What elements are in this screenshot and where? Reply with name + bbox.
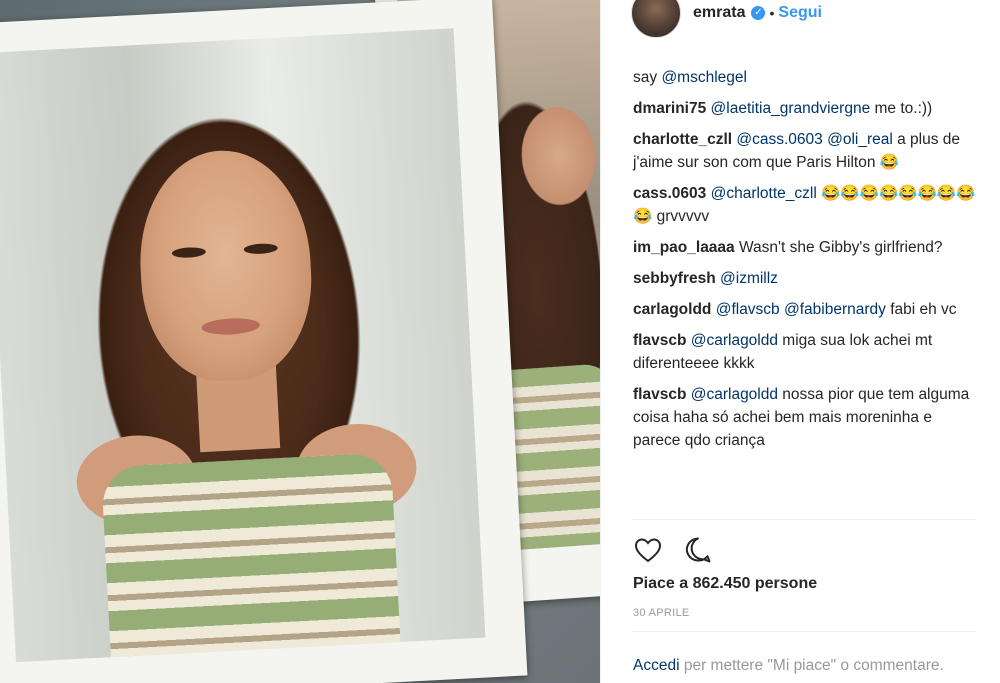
post-header: emrata ✓ • Segui: [631, 0, 822, 38]
mention-link[interactable]: @carlagoldd: [691, 332, 778, 349]
mention-link[interactable]: @laetitia_grandviergne: [711, 100, 871, 117]
comment-username[interactable]: dmarini75: [633, 100, 706, 117]
mention-link[interactable]: @charlotte_czll: [711, 185, 817, 202]
comment-item: carlagoldd @flavscb @fabibernardy fabi e…: [633, 298, 978, 321]
divider: [631, 519, 976, 520]
follow-button[interactable]: Segui: [778, 4, 822, 22]
comment-text: me to.:)): [870, 100, 933, 117]
comment-username[interactable]: flavscb: [633, 386, 686, 403]
comment-item: flavscb @carlagoldd miga sua lok achei m…: [633, 329, 978, 375]
comment-item: charlotte_czll @cass.0603 @oli_real a pl…: [633, 128, 978, 174]
login-prompt-text: per mettere "Mi piace" o commentare.: [679, 657, 944, 674]
comment-username[interactable]: cass.0603: [633, 185, 706, 202]
comment-item: flavscb @carlagoldd nossa pior que tem a…: [633, 383, 978, 452]
post-sidebar: emrata ✓ • Segui say @mschlegel dmarini75…: [600, 0, 1000, 683]
comment-text: say: [633, 69, 658, 86]
mention-link[interactable]: @cass.0603: [736, 131, 822, 148]
login-prompt: Accedi per mettere "Mi piace" o commenta…: [633, 654, 978, 677]
heart-icon[interactable]: [633, 535, 663, 565]
comment-item: say @mschlegel: [633, 66, 978, 89]
comment-item: dmarini75 @laetitia_grandviergne me to.:…: [633, 97, 978, 120]
comment-item: sebbyfresh @izmillz: [633, 267, 978, 290]
striped-top: [100, 452, 402, 663]
login-link[interactable]: Accedi: [633, 657, 680, 674]
eye-left: [171, 246, 207, 259]
username-link[interactable]: emrata: [693, 4, 745, 22]
speech-bubble-icon[interactable]: [683, 535, 713, 565]
mention-link[interactable]: @flavscb: [716, 301, 780, 318]
comment-username[interactable]: carlagoldd: [633, 301, 711, 318]
comment-username[interactable]: sebbyfresh: [633, 270, 716, 287]
post-photo[interactable]: [0, 0, 600, 683]
mention-link[interactable]: @fabibernardy: [784, 301, 886, 318]
action-bar: [633, 535, 713, 565]
mention-link[interactable]: @oli_real: [827, 131, 893, 148]
divider: [631, 631, 976, 632]
eye-right: [243, 242, 278, 255]
separator-dot: •: [769, 5, 775, 21]
mention-link[interactable]: @carlagoldd: [691, 386, 778, 403]
comment-text: Wasn't she Gibby's girlfriend?: [739, 239, 943, 256]
comment-username[interactable]: im_pao_laaaa: [633, 239, 735, 256]
comment-item: cass.0603 @charlotte_czll 😂😂😂😂😂😂😂😂😂 grvv…: [633, 182, 978, 228]
mention-link[interactable]: @izmillz: [720, 270, 778, 287]
avatar[interactable]: [631, 0, 681, 38]
post-date: 30 APRILE: [633, 607, 690, 619]
comment-item: im_pao_laaaa Wasn't she Gibby's girlfrie…: [633, 236, 978, 259]
like-count[interactable]: Piace a 862.450 persone: [633, 575, 817, 593]
polaroid-front: [0, 0, 528, 683]
comment-text: fabi eh vc: [885, 301, 957, 318]
comment-username[interactable]: flavscb: [633, 332, 686, 349]
verified-badge-icon: ✓: [751, 6, 766, 20]
mention-link[interactable]: @mschlegel: [661, 69, 747, 86]
lips: [201, 316, 261, 336]
comment-list: say @mschlegel dmarini75 @laetitia_grandv…: [633, 66, 978, 460]
polaroid-front-image: [0, 28, 486, 663]
comment-username[interactable]: charlotte_czll: [633, 131, 732, 148]
